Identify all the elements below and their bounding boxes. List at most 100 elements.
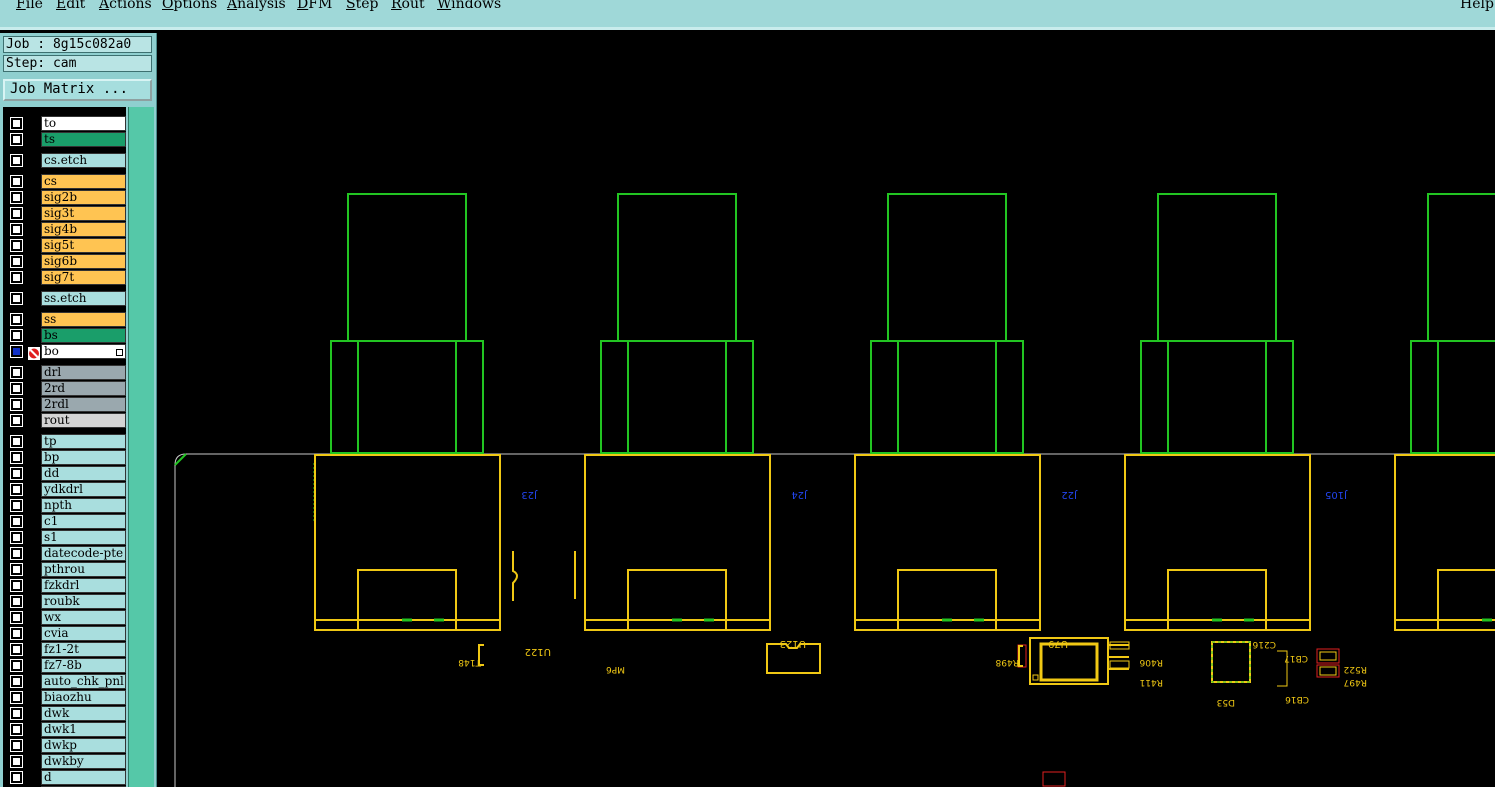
layer-row-c1[interactable]: c1: [3, 514, 126, 529]
layer-row-fzkdrl[interactable]: fzkdrl: [3, 578, 126, 593]
layer-name[interactable]: 2rdl: [41, 397, 126, 412]
layer-row-dwk1[interactable]: dwk1: [3, 722, 126, 737]
layer-display-checkbox[interactable]: [10, 313, 23, 326]
layer-name[interactable]: dwkby: [41, 754, 126, 769]
layer-name[interactable]: bo: [41, 344, 126, 359]
layer-display-checkbox[interactable]: [10, 117, 23, 130]
layer-name[interactable]: ss: [41, 312, 126, 327]
layer-display-checkbox[interactable]: [10, 223, 23, 236]
layer-row-sig2b[interactable]: sig2b: [3, 190, 126, 205]
layer-name[interactable]: cvia: [41, 626, 126, 641]
menu-analysis[interactable]: Analysis: [227, 0, 286, 12]
layer-display-checkbox[interactable]: [10, 499, 23, 512]
layer-row-datecode-pte[interactable]: datecode-pte: [3, 546, 126, 561]
menu-help[interactable]: Help: [1460, 0, 1494, 12]
layer-row-dwkp[interactable]: dwkp: [3, 738, 126, 753]
layer-name[interactable]: roubk: [41, 594, 126, 609]
layer-name[interactable]: drl: [41, 365, 126, 380]
layer-row-2rdl[interactable]: 2rdl: [3, 397, 126, 412]
layer-row-ydkdrl[interactable]: ydkdrl: [3, 482, 126, 497]
layer-display-checkbox[interactable]: [10, 595, 23, 608]
layer-row-pthrou[interactable]: pthrou: [3, 562, 126, 577]
layer-display-checkbox[interactable]: [10, 345, 23, 358]
layer-display-checkbox[interactable]: [10, 739, 23, 752]
layer-name[interactable]: to: [41, 116, 126, 131]
layer-display-checkbox[interactable]: [10, 271, 23, 284]
layer-display-checkbox[interactable]: [10, 563, 23, 576]
layer-name[interactable]: sig2b: [41, 190, 126, 205]
layer-display-checkbox[interactable]: [10, 659, 23, 672]
layer-name[interactable]: sig7t: [41, 270, 126, 285]
menu-edit[interactable]: Edit: [56, 0, 85, 12]
job-matrix-button[interactable]: Job Matrix ...: [3, 79, 152, 101]
layer-display-checkbox[interactable]: [10, 755, 23, 768]
layer-display-checkbox[interactable]: [10, 467, 23, 480]
layer-name[interactable]: dwkp: [41, 738, 126, 753]
layer-display-checkbox[interactable]: [10, 579, 23, 592]
layer-display-checkbox[interactable]: [10, 531, 23, 544]
layer-row-ss[interactable]: ss: [3, 312, 126, 327]
layer-name[interactable]: dwk: [41, 706, 126, 721]
layer-name[interactable]: bp: [41, 450, 126, 465]
menu-actions[interactable]: Actions: [99, 0, 152, 12]
menu-options[interactable]: Options: [162, 0, 217, 12]
layer-row-rout[interactable]: rout: [3, 413, 126, 428]
layer-row-bp[interactable]: bp: [3, 450, 126, 465]
layer-row-dwk[interactable]: dwk: [3, 706, 126, 721]
layer-row-fz1-2t[interactable]: fz1-2t: [3, 642, 126, 657]
layer-name[interactable]: cs: [41, 174, 126, 189]
layer-name[interactable]: tp: [41, 434, 126, 449]
layer-row-sig5t[interactable]: sig5t: [3, 238, 126, 253]
layer-row-2rd[interactable]: 2rd: [3, 381, 126, 396]
layer-display-checkbox[interactable]: [10, 547, 23, 560]
layer-name[interactable]: dwk1: [41, 722, 126, 737]
layer-name[interactable]: pthrou: [41, 562, 126, 577]
layer-display-checkbox[interactable]: [10, 154, 23, 167]
layer-display-checkbox[interactable]: [10, 771, 23, 784]
layer-display-checkbox[interactable]: [10, 382, 23, 395]
layer-name[interactable]: s1: [41, 530, 126, 545]
layer-display-checkbox[interactable]: [10, 207, 23, 220]
layer-name[interactable]: sig5t: [41, 238, 126, 253]
layer-name[interactable]: d: [41, 770, 126, 785]
layer-name[interactable]: fzkdrl: [41, 578, 126, 593]
layer-row-ts[interactable]: ts: [3, 132, 126, 147]
layer-row-bs[interactable]: bs: [3, 328, 126, 343]
layer-row-dwkby[interactable]: dwkby: [3, 754, 126, 769]
layer-display-checkbox[interactable]: [10, 239, 23, 252]
layer-name[interactable]: wx: [41, 610, 126, 625]
layer-name[interactable]: dd: [41, 466, 126, 481]
layer-display-checkbox[interactable]: [10, 707, 23, 720]
layer-display-checkbox[interactable]: [10, 723, 23, 736]
layer-name[interactable]: sig3t: [41, 206, 126, 221]
layer-name[interactable]: 2rd: [41, 381, 126, 396]
layer-row-sig7t[interactable]: sig7t: [3, 270, 126, 285]
layer-row-sig6b[interactable]: sig6b: [3, 254, 126, 269]
layer-display-checkbox[interactable]: [10, 414, 23, 427]
layer-display-checkbox[interactable]: [10, 133, 23, 146]
layer-row-d[interactable]: d: [3, 770, 126, 785]
layer-display-checkbox[interactable]: [10, 329, 23, 342]
layer-display-checkbox[interactable]: [10, 483, 23, 496]
layer-row-npth[interactable]: npth: [3, 498, 126, 513]
menu-file[interactable]: File: [16, 0, 43, 12]
layer-display-checkbox[interactable]: [10, 175, 23, 188]
layer-name[interactable]: bs: [41, 328, 126, 343]
layer-name[interactable]: rout: [41, 413, 126, 428]
menu-rout[interactable]: Rout: [391, 0, 425, 12]
layer-name[interactable]: datecode-pte: [41, 546, 126, 561]
menu-dfm[interactable]: DFM: [297, 0, 332, 12]
layer-list-scrollbar[interactable]: [128, 107, 154, 787]
layer-display-checkbox[interactable]: [10, 627, 23, 640]
layer-row-auto_chk_pnl[interactable]: auto_chk_pnl: [3, 674, 126, 689]
layer-display-checkbox[interactable]: [10, 611, 23, 624]
layer-name[interactable]: c1: [41, 514, 126, 529]
layer-row-cs.etch[interactable]: cs.etch: [3, 153, 126, 168]
layer-row-bo[interactable]: bo: [3, 344, 126, 360]
layer-row-cvia[interactable]: cvia: [3, 626, 126, 641]
affected-layer-icon[interactable]: [28, 345, 40, 360]
layer-row-wx[interactable]: wx: [3, 610, 126, 625]
layer-name[interactable]: cs.etch: [41, 153, 126, 168]
layer-row-drl[interactable]: drl: [3, 365, 126, 380]
graphic-canvas[interactable]: J23 J24 J22 J105 U122 U123 U79 R406 R411 R498 C216…: [157, 33, 1495, 787]
